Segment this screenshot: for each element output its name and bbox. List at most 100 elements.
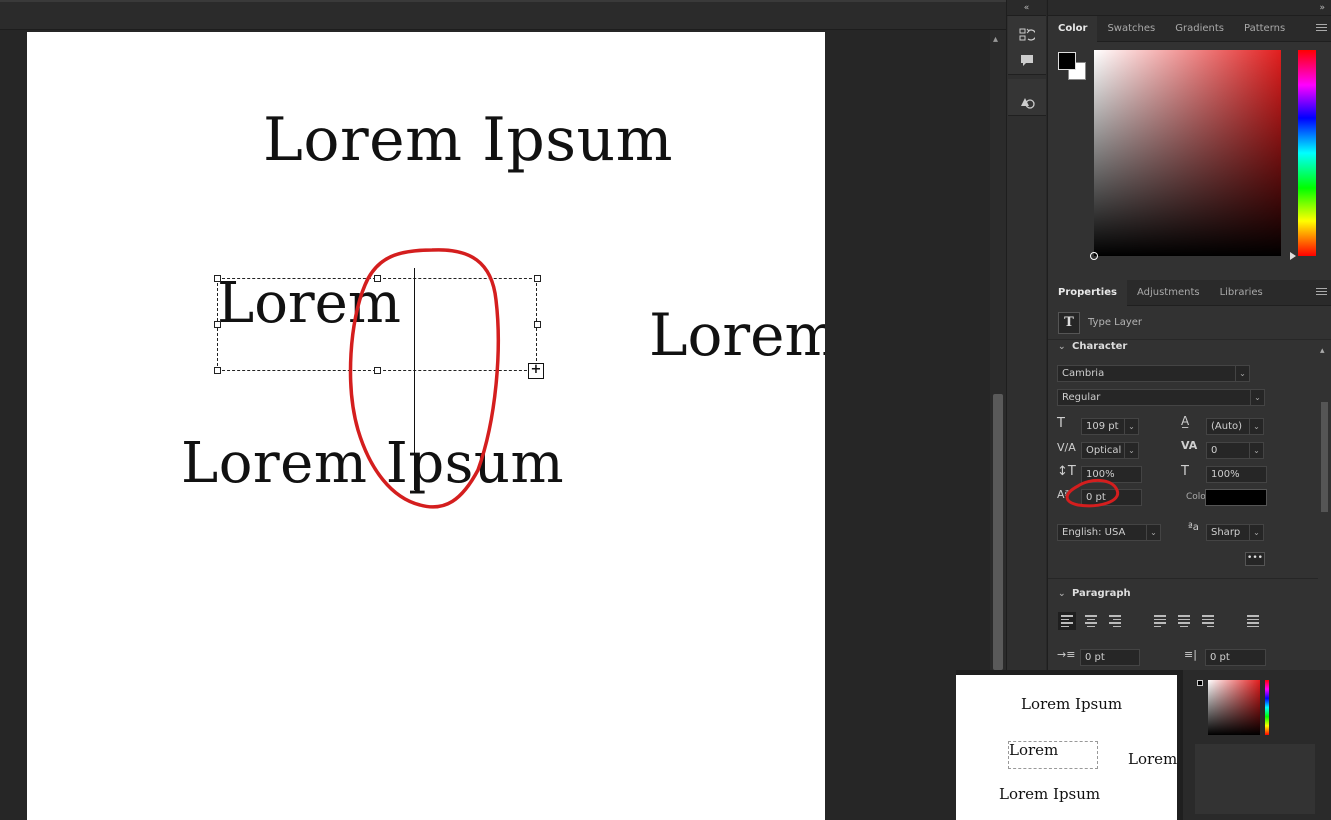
chevron-down-icon: ⌄ — [1058, 589, 1066, 599]
transform-bounding-box[interactable]: + — [214, 275, 544, 379]
font-size-icon: T — [1057, 416, 1065, 431]
character-heading: Character — [1072, 341, 1128, 352]
paragraph-section-header[interactable]: ⌄ Paragraph — [1048, 587, 1248, 601]
hue-slider-handle[interactable] — [1290, 252, 1296, 260]
font-style-field[interactable]: Regular — [1057, 389, 1251, 406]
shape-tool-icon[interactable] — [1008, 89, 1046, 115]
language-field[interactable]: English: USA — [1057, 524, 1147, 541]
font-family-dropdown-icon[interactable]: ⌄ — [1236, 365, 1250, 382]
language-dropdown-icon[interactable]: ⌄ — [1147, 524, 1161, 541]
leading-field[interactable]: (Auto) — [1206, 418, 1250, 435]
text-layer-lower[interactable]: Lorem Ipsum — [181, 436, 564, 492]
scrollbar-thumb[interactable] — [993, 394, 1003, 670]
vertical-scale-icon: ↕T — [1057, 464, 1076, 479]
align-center-icon[interactable] — [1082, 612, 1100, 630]
align-right-icon[interactable] — [1106, 612, 1124, 630]
handle-middle-right[interactable] — [534, 321, 541, 328]
thumb-hue-slider — [1265, 680, 1269, 735]
thumbnail-document: Lorem Ipsum Lorem Lorem Lorem Ipsum — [956, 675, 1177, 820]
baseline-shift-icon: Aª — [1057, 488, 1070, 501]
tracking-dropdown-icon[interactable]: ⌄ — [1250, 442, 1264, 459]
handle-top-right[interactable] — [534, 275, 541, 282]
thumb-text-lower: Lorem Ipsum — [999, 785, 1101, 803]
handle-bottom-center[interactable] — [374, 367, 381, 374]
history-group — [1007, 16, 1046, 75]
baseline-shift-field[interactable]: 0 pt — [1081, 489, 1142, 506]
indent-right-field[interactable]: 0 pt — [1205, 649, 1266, 666]
type-layer-icon: T — [1058, 311, 1080, 334]
foreground-color-swatch[interactable] — [1058, 52, 1076, 70]
thumb-properties-panel — [1195, 744, 1315, 814]
panel-icon-strip: « — [1006, 0, 1046, 670]
right-panel-dock: » Color Swatches Gradients Patterns Prop… — [1047, 0, 1331, 670]
more-options-icon[interactable]: ••• — [1245, 552, 1265, 566]
justify-last-center-icon[interactable] — [1175, 612, 1193, 630]
panel-menu-icon[interactable] — [1316, 288, 1327, 297]
justify-all-icon[interactable] — [1244, 612, 1262, 630]
character-section-header[interactable]: ⌄ Character — [1048, 340, 1331, 354]
tab-patterns[interactable]: Patterns — [1234, 16, 1295, 42]
indent-left-icon: →≡ — [1057, 648, 1076, 661]
chevron-down-icon: ⌄ — [1058, 342, 1066, 352]
handle-top-center[interactable] — [374, 275, 381, 282]
font-family-field[interactable]: Cambria — [1057, 365, 1236, 382]
text-layer-heading[interactable]: Lorem Ipsum — [263, 110, 673, 170]
document-canvas[interactable]: Lorem Ipsum Lorem Lorem Ipsum Lorem + — [27, 32, 825, 820]
scroll-up-arrow-icon[interactable]: ▴ — [1320, 346, 1325, 356]
indent-left-field[interactable]: 0 pt — [1080, 649, 1140, 666]
horizontal-scale-field[interactable]: 100% — [1206, 466, 1267, 483]
text-color-swatch[interactable] — [1205, 489, 1267, 506]
color-panel-tabs: Color Swatches Gradients Patterns — [1048, 15, 1331, 42]
leading-icon: A̲ — [1181, 414, 1190, 428]
handle-bottom-left[interactable] — [214, 367, 221, 374]
history-icon[interactable] — [1008, 22, 1046, 48]
add-text-overflow-icon[interactable]: + — [528, 363, 544, 379]
justify-last-left-icon[interactable] — [1151, 612, 1169, 630]
font-style-dropdown-icon[interactable]: ⌄ — [1251, 389, 1265, 406]
thumb-text-right: Lorem — [1128, 750, 1177, 768]
kerning-icon: V/A — [1057, 441, 1076, 454]
tab-color[interactable]: Color — [1048, 15, 1098, 42]
antialias-dropdown-icon[interactable]: ⌄ — [1250, 524, 1264, 541]
paragraph-heading: Paragraph — [1072, 588, 1131, 599]
collapse-strip-icon[interactable]: « — [1007, 0, 1046, 16]
handle-top-left[interactable] — [214, 275, 221, 282]
scrollbar-thumb[interactable] — [1321, 402, 1328, 512]
tracking-field[interactable]: 0 — [1206, 442, 1250, 459]
properties-panel-tabs: Properties Adjustments Libraries — [1048, 279, 1331, 306]
tab-libraries[interactable]: Libraries — [1210, 280, 1273, 306]
thumb-selection-box — [1008, 741, 1098, 769]
tab-gradients[interactable]: Gradients — [1165, 16, 1234, 42]
tab-adjustments[interactable]: Adjustments — [1127, 280, 1210, 306]
panel-menu-icon[interactable] — [1316, 24, 1327, 33]
kerning-dropdown-icon[interactable]: ⌄ — [1125, 442, 1139, 459]
handle-middle-left[interactable] — [214, 321, 221, 328]
font-size-field[interactable]: 109 pt — [1081, 418, 1125, 435]
leading-dropdown-icon[interactable]: ⌄ — [1250, 418, 1264, 435]
justify-last-right-icon[interactable] — [1199, 612, 1217, 630]
text-layer-right[interactable]: Lorem — [649, 306, 825, 364]
font-size-dropdown-icon[interactable]: ⌄ — [1125, 418, 1139, 435]
photoshop-window: Lorem Ipsum Lorem Lorem Ipsum Lorem + ▴ … — [0, 0, 1331, 820]
properties-scrollbar[interactable]: ▴ — [1318, 346, 1330, 670]
horizontal-scale-icon: T — [1181, 464, 1189, 479]
indent-right-icon: ≡| — [1184, 648, 1197, 661]
canvas-vertical-scrollbar[interactable]: ▴ — [990, 30, 1006, 670]
collapse-dock-icon[interactable]: » — [1048, 0, 1331, 16]
layer-type-label: Type Layer — [1088, 317, 1143, 328]
tab-properties[interactable]: Properties — [1048, 279, 1127, 306]
align-left-icon[interactable] — [1058, 612, 1076, 630]
hue-slider[interactable] — [1290, 50, 1316, 260]
color-picker-marker[interactable] — [1090, 252, 1098, 260]
kerning-field[interactable]: Optical — [1081, 442, 1125, 459]
color-panel — [1048, 42, 1331, 280]
reference-thumbnail: Lorem Ipsum Lorem Lorem Lorem Ipsum — [956, 670, 1331, 820]
properties-panel: T Type Layer ⌄ Character Cambria ⌄ Regul… — [1048, 306, 1331, 670]
saturation-brightness-field[interactable] — [1090, 50, 1281, 260]
scroll-up-arrow-icon[interactable]: ▴ — [993, 34, 998, 45]
vertical-scale-field[interactable]: 100% — [1081, 466, 1142, 483]
thumb-text-heading: Lorem Ipsum — [1021, 695, 1123, 713]
antialias-field[interactable]: Sharp — [1206, 524, 1250, 541]
tab-swatches[interactable]: Swatches — [1097, 16, 1165, 42]
comments-icon[interactable] — [1008, 48, 1046, 74]
